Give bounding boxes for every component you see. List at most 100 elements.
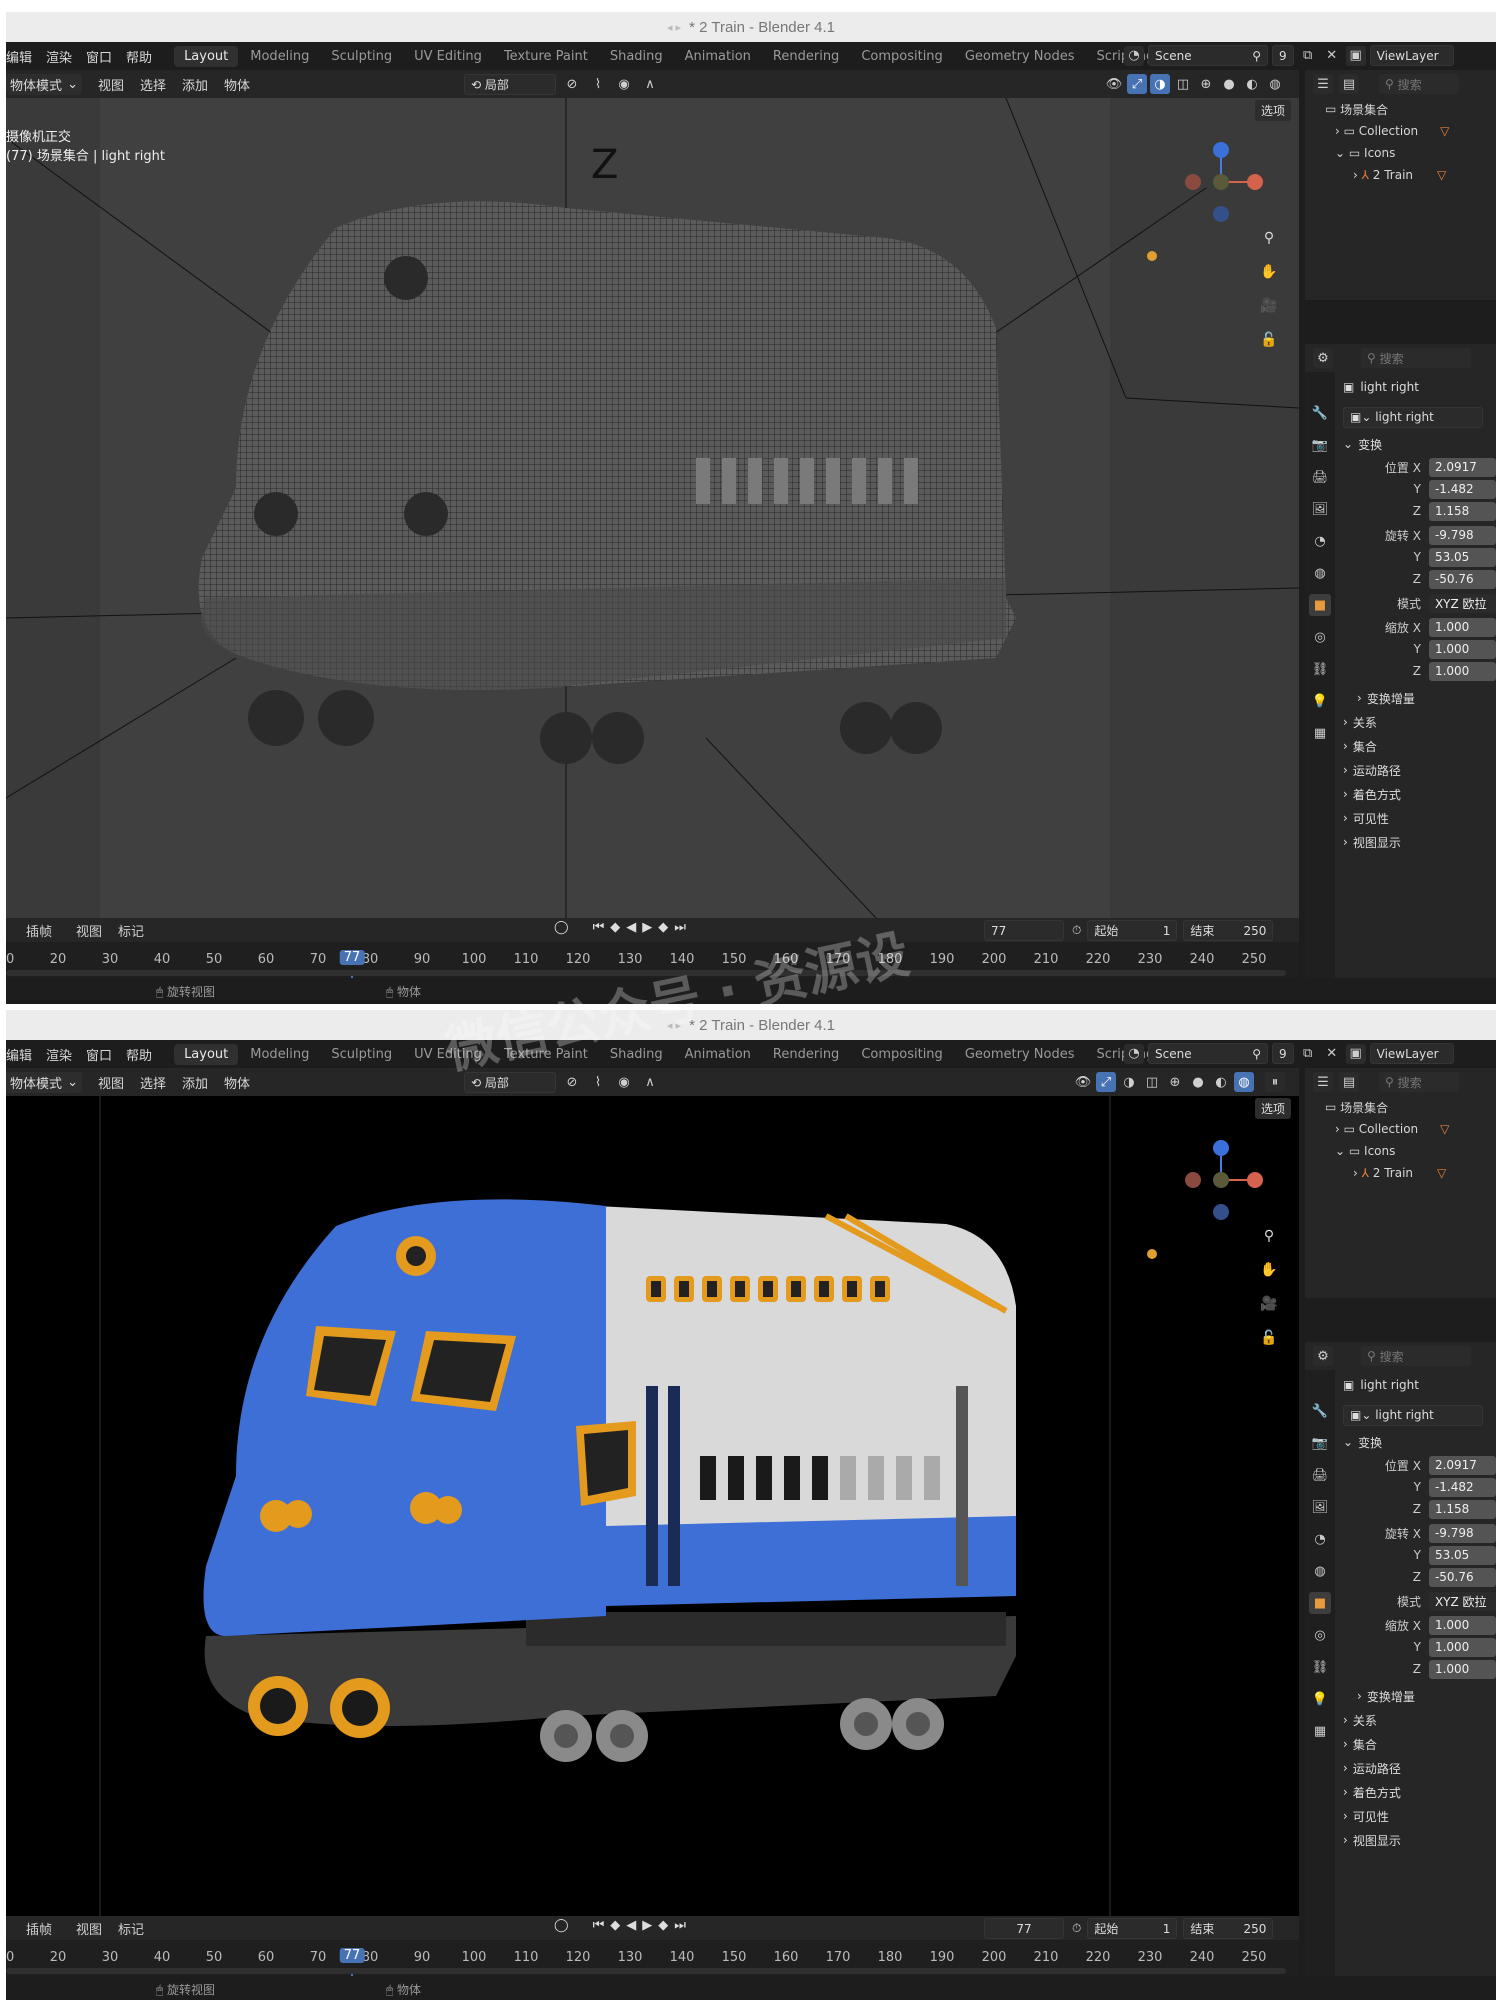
gizmo-icon[interactable]: ⤢: [1096, 1072, 1116, 1092]
object-icon[interactable]: ■: [1309, 594, 1331, 616]
3d-viewport[interactable]: 选项 ⚲ ✋ 🎥 🔓: [6, 1096, 1299, 1916]
rotation-z-field[interactable]: -50.76: [1428, 1567, 1496, 1587]
section-transform[interactable]: ⌄ 变换: [1337, 1430, 1496, 1454]
playhead[interactable]: 77: [339, 1948, 365, 1963]
orientation-select[interactable]: ⟲ 局部: [464, 74, 556, 95]
overlay-icon[interactable]: ◑: [1150, 74, 1170, 94]
scale-x-field[interactable]: 1.000: [1428, 617, 1496, 637]
render-icon[interactable]: 📷: [1309, 1432, 1331, 1454]
timeline-keying[interactable]: 插帧: [26, 921, 52, 940]
tab-sculpting[interactable]: Sculpting: [321, 1044, 402, 1065]
proportional-icon[interactable]: ◉: [614, 1073, 634, 1093]
camera-icon[interactable]: 🎥: [1257, 1292, 1281, 1316]
lock-icon[interactable]: 🔓: [1257, 328, 1281, 352]
outliner-row-collection[interactable]: › ▭ Collection ▽: [1305, 1118, 1496, 1140]
scene-icon[interactable]: ◔: [1124, 45, 1144, 66]
header-view[interactable]: 视图: [98, 1073, 124, 1092]
wireframe-shading-icon[interactable]: ⊕: [1196, 74, 1216, 94]
tab-uv-editing[interactable]: UV Editing: [404, 46, 492, 67]
section-transform[interactable]: ⌄ 变换: [1337, 432, 1496, 456]
scene-tab-icon[interactable]: ◔: [1309, 1528, 1331, 1550]
timeline-scrollbar[interactable]: [6, 970, 1286, 976]
xray-icon[interactable]: ◫: [1142, 1072, 1162, 1092]
scale-x-field[interactable]: 1.000: [1428, 1615, 1496, 1635]
next-keyframe-icon[interactable]: ◆: [658, 920, 668, 935]
tool-icon[interactable]: 🔧: [1309, 1400, 1331, 1422]
prev-keyframe-icon[interactable]: ◆: [610, 1918, 620, 1933]
menu-render[interactable]: 渲染: [46, 1045, 72, 1064]
current-frame-field[interactable]: 77: [984, 920, 1064, 941]
solid-shading-icon[interactable]: ●: [1188, 1072, 1208, 1092]
world-icon[interactable]: ◍: [1309, 1560, 1331, 1582]
scale-z-field[interactable]: 1.000: [1428, 661, 1496, 681]
menu-edit[interactable]: 编辑: [6, 1045, 32, 1064]
camera-icon[interactable]: 🎥: [1257, 294, 1281, 318]
pin-icon[interactable]: ⚲: [1252, 1047, 1261, 1061]
outliner-row-icons[interactable]: ⌄ ▭ Icons: [1305, 142, 1496, 164]
scene-field[interactable]: Scene ⚲: [1148, 1043, 1268, 1064]
header-select[interactable]: 选择: [140, 1073, 166, 1092]
properties-search[interactable]: ⚲ 搜索: [1361, 348, 1471, 368]
3d-viewport[interactable]: Z 摄像机正交 (77) 场景集合 | light right 选项 ⚲ ✋ 🎥…: [6, 98, 1299, 918]
tool-icon[interactable]: 🔧: [1309, 402, 1331, 424]
display-mode-icon[interactable]: ▤: [1339, 1072, 1359, 1092]
tab-compositing[interactable]: Compositing: [851, 46, 953, 67]
outliner-row-icons[interactable]: ⌄ ▭ Icons: [1305, 1140, 1496, 1162]
next-keyframe-icon[interactable]: ◆: [658, 1918, 668, 1933]
tab-modeling[interactable]: Modeling: [240, 1044, 319, 1065]
modifier-icon[interactable]: ▽: [1437, 168, 1446, 182]
timeline-scrollbar[interactable]: [6, 1968, 1286, 1974]
timeline-marker[interactable]: 标记: [118, 1919, 144, 1938]
tab-animation[interactable]: Animation: [675, 46, 761, 67]
header-add[interactable]: 添加: [182, 1073, 208, 1092]
outliner-type-icon[interactable]: ☰: [1313, 74, 1333, 94]
view-layer-icon[interactable]: ▣: [1345, 45, 1366, 66]
object-data-field[interactable]: ▣⌄ light right: [1343, 406, 1483, 428]
pivot-icon[interactable]: ⊘: [562, 1073, 582, 1093]
data-icon[interactable]: 💡: [1309, 1688, 1331, 1710]
object-name-row[interactable]: ▣ light right: [1337, 372, 1496, 402]
xray-icon[interactable]: ◫: [1173, 74, 1193, 94]
section-shading[interactable]: › 着色方式: [1337, 1780, 1496, 1804]
constraints-icon[interactable]: ⛓: [1309, 1656, 1331, 1678]
physics-icon[interactable]: ◎: [1309, 1624, 1331, 1646]
tab-modeling[interactable]: Modeling: [240, 46, 319, 67]
scene-field[interactable]: Scene ⚲: [1148, 45, 1268, 66]
tab-texture-paint[interactable]: Texture Paint: [494, 46, 598, 67]
tab-sculpting[interactable]: Sculpting: [321, 46, 402, 67]
object-data-field[interactable]: ▣⌄ light right: [1343, 1404, 1483, 1426]
hand-pan-icon[interactable]: ✋: [1257, 260, 1281, 284]
wireframe-shading-icon[interactable]: ⊕: [1165, 1072, 1185, 1092]
section-viewport-display[interactable]: › 视图显示: [1337, 830, 1496, 854]
record-icon[interactable]: ◯: [554, 1918, 569, 1933]
modifier-icon[interactable]: ▽: [1437, 1166, 1446, 1180]
close-scene-icon[interactable]: ✕: [1322, 1044, 1342, 1064]
display-mode-icon[interactable]: ▤: [1339, 74, 1359, 94]
object-data-row[interactable]: ▣⌄ light right: [1337, 1400, 1496, 1430]
end-frame-field[interactable]: 结束 250: [1183, 1918, 1274, 1939]
scale-y-field[interactable]: 1.000: [1428, 1637, 1496, 1657]
gizmo-icon[interactable]: ⤢: [1127, 74, 1147, 94]
location-x-field[interactable]: 2.0917: [1428, 1455, 1496, 1475]
navigation-gizmo[interactable]: [1171, 1136, 1271, 1236]
pivot-icon[interactable]: ⊘: [562, 75, 582, 95]
rotation-mode-select[interactable]: XYZ 欧拉: [1428, 1591, 1496, 1611]
tab-uv-editing[interactable]: UV Editing: [404, 1044, 492, 1065]
section-collections[interactable]: › 集合: [1337, 734, 1496, 758]
header-select[interactable]: 选择: [140, 75, 166, 94]
timeline-view[interactable]: 视图: [76, 1919, 102, 1938]
object-name-row[interactable]: ▣ light right: [1337, 1370, 1496, 1400]
menu-edit[interactable]: 编辑: [6, 47, 32, 66]
section-relations[interactable]: › 关系: [1337, 710, 1496, 734]
play-icon[interactable]: ▶: [642, 920, 652, 935]
visibility-icon[interactable]: 👁: [1104, 74, 1124, 94]
menu-help[interactable]: 帮助: [126, 1045, 152, 1064]
location-y-field[interactable]: -1.482: [1428, 479, 1496, 499]
tab-rendering[interactable]: Rendering: [763, 1044, 849, 1065]
orientation-select[interactable]: ⟲ 局部: [464, 1072, 556, 1093]
pin-icon[interactable]: ⚲: [1252, 49, 1261, 63]
start-frame-field[interactable]: 起始 1: [1087, 920, 1178, 941]
proportional-icon[interactable]: ◉: [614, 75, 634, 95]
solid-shading-icon[interactable]: ●: [1219, 74, 1239, 94]
playhead[interactable]: 77: [339, 950, 365, 965]
